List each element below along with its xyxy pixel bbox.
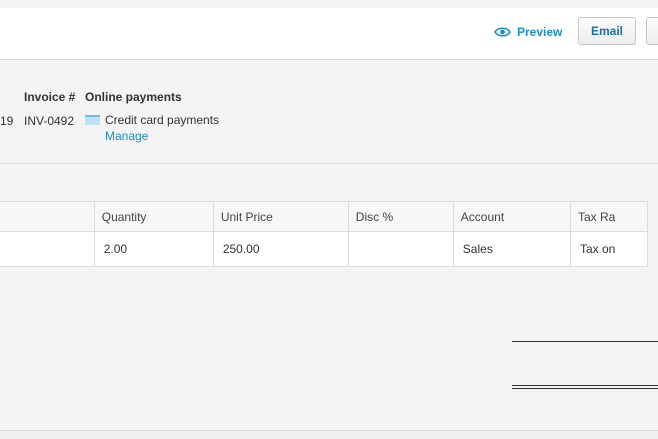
preview-link[interactable]: Preview (494, 24, 562, 40)
footer-bar (0, 431, 658, 439)
column-header-discount: Disc % (347, 201, 454, 232)
column-header-tax-rate: Tax Ra (569, 201, 649, 232)
column-header-unit-price: Unit Price (212, 201, 349, 232)
cell-unit-price[interactable]: 250.00 (212, 231, 349, 267)
table-row: 2.00 250.00 Sales Tax on (0, 231, 649, 267)
cell-description[interactable] (0, 231, 95, 267)
invoice-toolbar: Preview Email (0, 8, 658, 60)
total-double-rule-bottom (512, 388, 658, 389)
subtotal-rule (512, 341, 658, 342)
line-items-table: Quantity Unit Price Disc % Account Tax R… (0, 201, 649, 267)
cell-tax-rate[interactable]: Tax on (569, 231, 649, 267)
eye-icon (494, 27, 511, 37)
invoice-details: 19 Invoice # INV-0492 Online payments Cr… (0, 60, 658, 164)
more-options-button[interactable] (646, 17, 658, 45)
email-button[interactable]: Email (578, 17, 636, 45)
invoice-number-value: INV-0492 (24, 114, 75, 128)
preview-label: Preview (517, 25, 563, 39)
invoice-number-label: Invoice # (24, 90, 76, 104)
options-band (0, 164, 658, 201)
cell-account[interactable]: Sales (452, 231, 571, 267)
column-header-quantity: Quantity (93, 201, 214, 232)
cell-quantity[interactable]: 2.00 (93, 231, 214, 267)
online-payments-label: Online payments (85, 90, 182, 104)
cell-discount[interactable] (347, 231, 454, 267)
table-header-row: Quantity Unit Price Disc % Account Tax R… (0, 201, 649, 232)
column-header-description (0, 201, 95, 232)
column-header-account: Account (452, 201, 571, 232)
total-double-rule-top (512, 385, 658, 386)
manage-link[interactable]: Manage (105, 129, 148, 143)
invoice-date-fragment: 19 (0, 114, 14, 128)
credit-card-icon (85, 115, 100, 125)
payment-method-text: Credit card payments (105, 113, 220, 127)
